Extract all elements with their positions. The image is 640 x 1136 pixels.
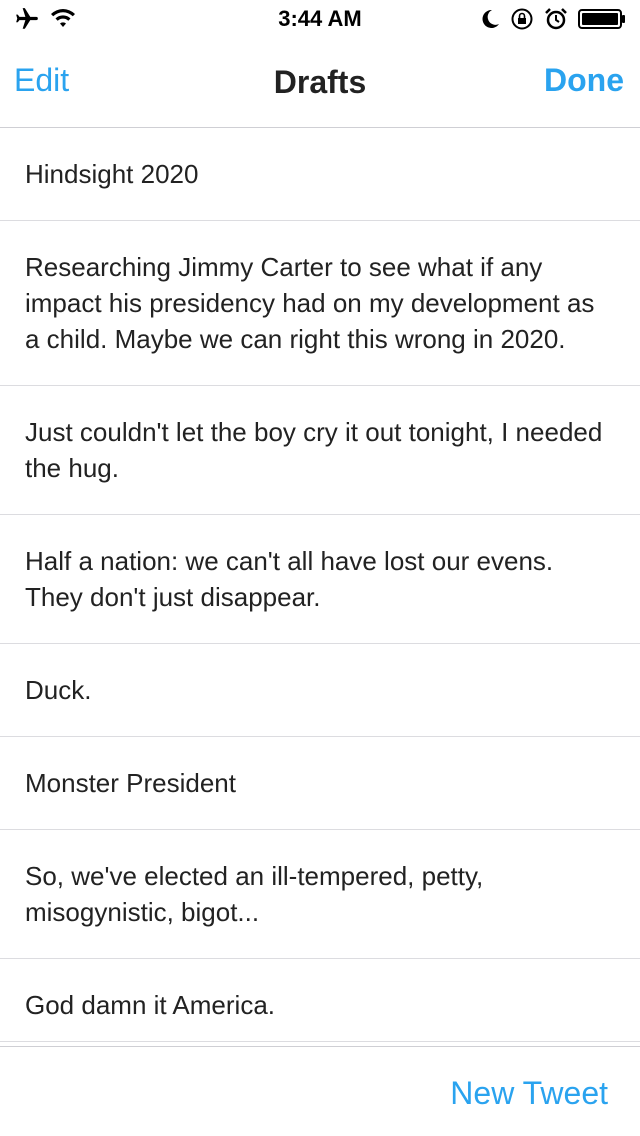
battery-icon [578, 8, 626, 30]
done-button[interactable]: Done [544, 62, 624, 99]
draft-item[interactable]: God damn it America. [0, 959, 640, 1052]
draft-item[interactable]: Researching Jimmy Carter to see what if … [0, 221, 640, 386]
drafts-list: Hindsight 2020 Researching Jimmy Carter … [0, 128, 640, 1052]
bottom-toolbar: New Tweet [0, 1041, 640, 1136]
status-right-icons [480, 7, 626, 31]
rotation-lock-icon [510, 7, 534, 31]
nav-bar: Edit Drafts Done [0, 40, 640, 128]
alarm-icon [544, 7, 568, 31]
status-bar: 3:44 AM [0, 0, 640, 40]
draft-item[interactable]: Just couldn't let the boy cry it out ton… [0, 386, 640, 515]
draft-item[interactable]: Half a nation: we can't all have lost ou… [0, 515, 640, 644]
draft-item[interactable]: So, we've elected an ill-tempered, petty… [0, 830, 640, 959]
draft-item[interactable]: Duck. [0, 644, 640, 737]
moon-icon [480, 8, 500, 30]
new-tweet-button[interactable]: New Tweet [450, 1075, 608, 1112]
draft-item[interactable]: Monster President [0, 737, 640, 830]
draft-item[interactable]: Hindsight 2020 [0, 128, 640, 221]
drafts-screen: 3:44 AM Edit Drafts Done Hindsight 2020 … [0, 0, 640, 1136]
